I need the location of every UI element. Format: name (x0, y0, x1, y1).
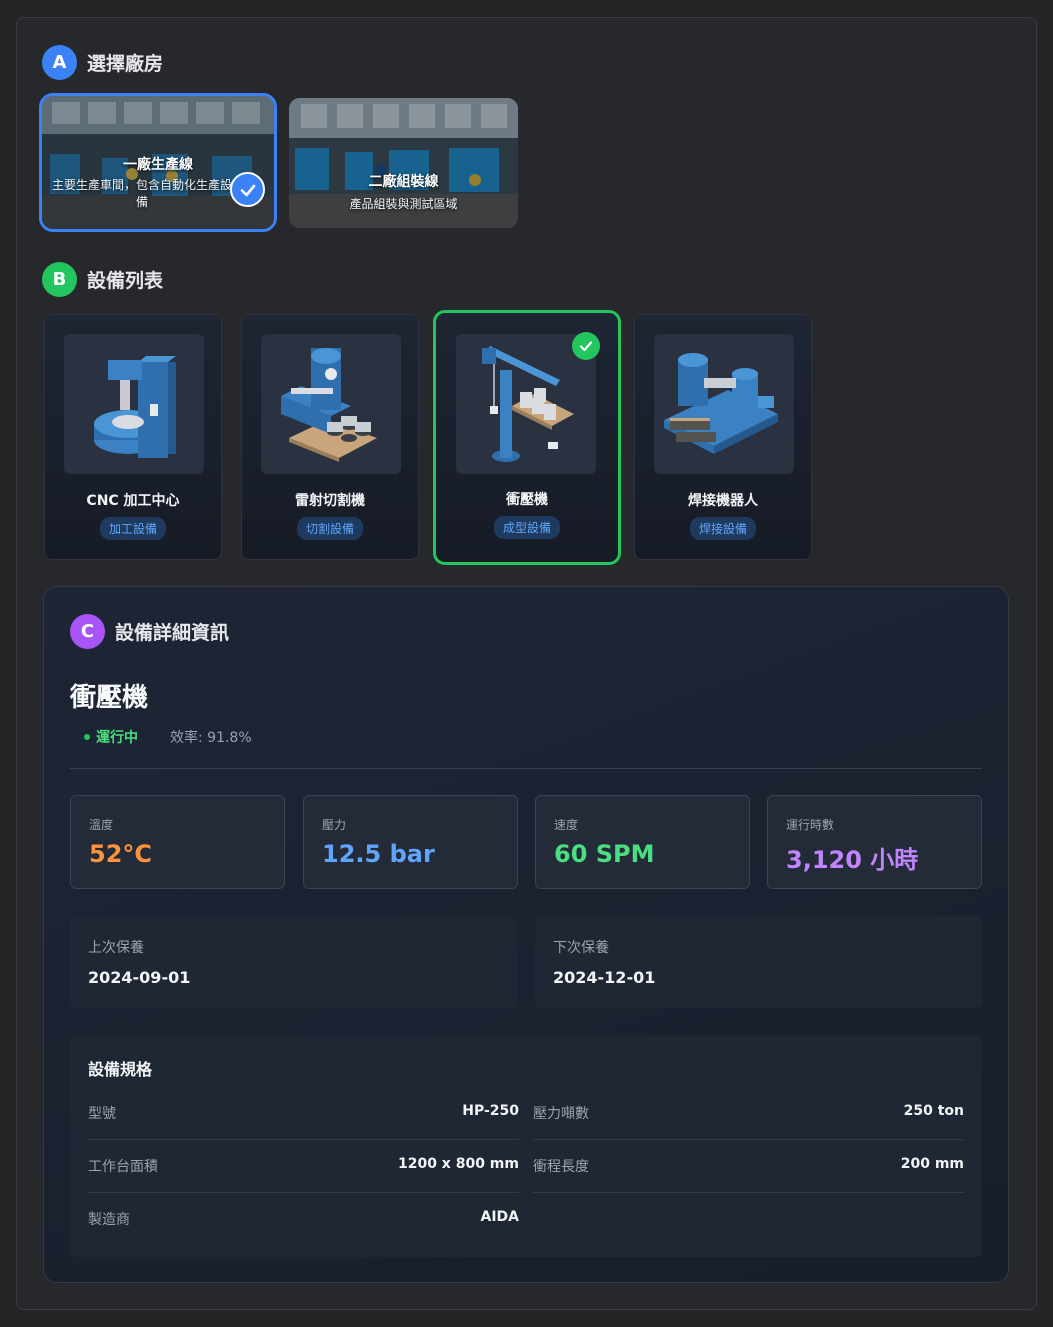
metric-value: 52°C (89, 840, 153, 868)
last-maintenance-label: 上次保養 (88, 940, 144, 956)
section-b-title: 設備列表 (87, 270, 164, 292)
spec-value: AIDA (480, 1209, 520, 1225)
factory-1-name: 一廠生產線 (123, 157, 193, 173)
metric-speed: 速度 60 SPM (535, 795, 750, 889)
metric-label: 運行時數 (786, 818, 835, 832)
factory-card-1[interactable]: 一廠生產線 主要生產車間，包含自動化生產設備 (39, 93, 277, 232)
equipment-category-welding: 焊接設備 (689, 517, 757, 540)
metric-value: 60 SPM (554, 840, 655, 868)
equipment-card-press[interactable]: 衝壓機 成型設備 (433, 310, 621, 565)
next-maintenance: 下次保養 2024-12-01 (535, 916, 982, 1008)
spec-key: 衝程長度 (533, 1159, 589, 1175)
spec-key: 壓力噸數 (533, 1106, 589, 1122)
equipment-category-press: 成型設備 (493, 516, 561, 539)
spec-row-manufacturer: 製造商 AIDA (88, 1193, 519, 1246)
equipment-name-press: 衝壓機 (506, 492, 548, 508)
metric-pressure: 壓力 12.5 bar (303, 795, 518, 889)
detail-divider (70, 768, 982, 769)
equipment-category-cnc: 加工設備 (99, 517, 167, 540)
section-a-header: A 選擇廠房 (42, 45, 163, 80)
spec-key: 工作台面積 (88, 1159, 158, 1175)
section-b-header: B 設備列表 (42, 262, 163, 297)
spec-value: HP-250 (462, 1103, 519, 1119)
equipment-name-laser: 雷射切割機 (295, 493, 365, 509)
equipment-name-cnc: CNC 加工中心 (86, 493, 180, 509)
equipment-category-laser: 切割設備 (296, 517, 364, 540)
section-c-badge: C (70, 614, 105, 649)
equipment-name-welding: 焊接機器人 (688, 493, 758, 509)
spec-row-table-area: 工作台面積 1200 x 800 mm (88, 1140, 519, 1193)
spec-row-tonnage: 壓力噸數 250 ton (533, 1087, 964, 1140)
next-maintenance-label: 下次保養 (553, 940, 609, 956)
metric-value: 3,120 小時 (786, 846, 919, 874)
factory-card-2[interactable]: 二廠組裝線 產品組裝與測試區域 (289, 98, 518, 228)
detail-panel: C 設備詳細資訊 衝壓機 運行中 效率: 91.8% 溫度 52°C 壓力 12… (43, 586, 1009, 1283)
last-maintenance-value: 2024-09-01 (88, 968, 191, 987)
specs-section: 設備規格 型號 HP-250 壓力噸數 250 ton 工作台面積 1200 x… (70, 1035, 982, 1257)
last-maintenance: 上次保養 2024-09-01 (70, 916, 517, 1008)
spec-value: 200 mm (900, 1156, 964, 1172)
status-dot-icon (84, 734, 90, 740)
factory-1-check-icon (230, 172, 265, 207)
metric-label: 溫度 (89, 818, 114, 832)
metric-value: 12.5 bar (322, 840, 435, 868)
spec-row-model: 型號 HP-250 (88, 1087, 519, 1140)
equipment-press-check-icon (572, 332, 600, 360)
specs-title: 設備規格 (88, 1060, 153, 1079)
spec-row-stroke: 衝程長度 200 mm (533, 1140, 964, 1193)
status-badge: 運行中 (84, 727, 138, 747)
detail-equipment-name: 衝壓機 (70, 683, 149, 713)
spec-key: 型號 (88, 1106, 116, 1122)
section-a-badge: A (42, 45, 77, 80)
equipment-card-cnc[interactable]: CNC 加工中心 加工設備 (44, 314, 222, 560)
section-c-header: C 設備詳細資訊 (70, 614, 229, 649)
factory-2-desc: 產品組裝與測試區域 (349, 197, 458, 211)
next-maintenance-value: 2024-12-01 (553, 968, 656, 987)
spec-value: 1200 x 800 mm (397, 1156, 519, 1172)
equipment-card-laser[interactable]: 雷射切割機 切割設備 (241, 314, 419, 560)
section-c-title: 設備詳細資訊 (115, 622, 230, 644)
metric-label: 壓力 (322, 818, 347, 832)
cnc-machine-icon (64, 334, 204, 474)
laser-cutter-icon (261, 334, 401, 474)
status-text: 運行中 (96, 730, 138, 746)
equipment-card-welding[interactable]: 焊接機器人 焊接設備 (634, 314, 812, 560)
welding-robot-icon (654, 334, 794, 474)
section-a-title: 選擇廠房 (87, 53, 164, 75)
efficiency-text: 效率: 91.8% (170, 730, 252, 746)
metric-temperature: 溫度 52°C (70, 795, 285, 889)
section-b-badge: B (42, 262, 77, 297)
spec-key: 製造商 (88, 1212, 130, 1228)
metric-runtime: 運行時數 3,120 小時 (767, 795, 982, 889)
factory-1-desc: 主要生產車間，包含自動化生產設備 (51, 178, 232, 209)
spec-value: 250 ton (903, 1103, 964, 1119)
factory-2-name: 二廠組裝線 (368, 174, 439, 190)
metric-label: 速度 (554, 818, 579, 832)
